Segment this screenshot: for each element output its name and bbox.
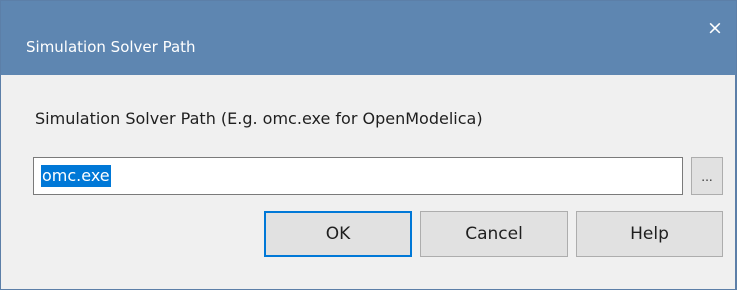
ok-button[interactable]: OK (264, 211, 412, 257)
dialog-border-right (735, 75, 736, 289)
close-icon[interactable]: × (702, 15, 728, 41)
solver-path-dialog: Simulation Solver Path × Simulation Solv… (0, 0, 737, 290)
dialog-titlebar[interactable]: Simulation Solver Path × (1, 1, 736, 75)
cancel-button[interactable]: Cancel (420, 211, 568, 257)
solver-path-label: Simulation Solver Path (E.g. omc.exe for… (35, 109, 483, 128)
dialog-title: Simulation Solver Path (26, 38, 196, 56)
browse-button[interactable]: ... (691, 157, 723, 195)
solver-path-value: omc.exe (41, 165, 111, 187)
solver-path-input[interactable]: omc.exe (33, 157, 683, 195)
help-button[interactable]: Help (576, 211, 723, 257)
